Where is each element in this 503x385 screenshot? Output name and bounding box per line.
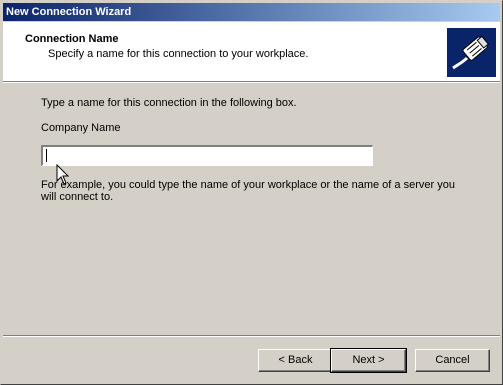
header-subtitle: Specify a name for this connection to yo… — [48, 48, 309, 60]
example-hint-text: For example, you could type the name of … — [41, 179, 455, 203]
mouse-pointer-icon — [56, 164, 70, 185]
title-bar[interactable]: New Connection Wizard — [3, 3, 500, 21]
wizard-window: New Connection Wizard Connection Name Sp… — [0, 0, 503, 385]
header-divider — [3, 81, 500, 83]
wizard-header: Connection Name Specify a name for this … — [3, 22, 500, 81]
cancel-button[interactable]: Cancel — [415, 349, 490, 372]
next-button[interactable]: Next > — [330, 348, 407, 373]
text-caret — [46, 149, 47, 162]
header-title: Connection Name — [25, 33, 119, 45]
footer-divider — [3, 335, 500, 337]
company-name-input[interactable] — [41, 145, 373, 166]
back-button[interactable]: < Back — [258, 349, 333, 372]
network-cable-icon — [447, 28, 496, 77]
instruction-text: Type a name for this connection in the f… — [41, 97, 297, 109]
company-name-label: Company Name — [41, 122, 121, 134]
window-title: New Connection Wizard — [6, 6, 132, 18]
